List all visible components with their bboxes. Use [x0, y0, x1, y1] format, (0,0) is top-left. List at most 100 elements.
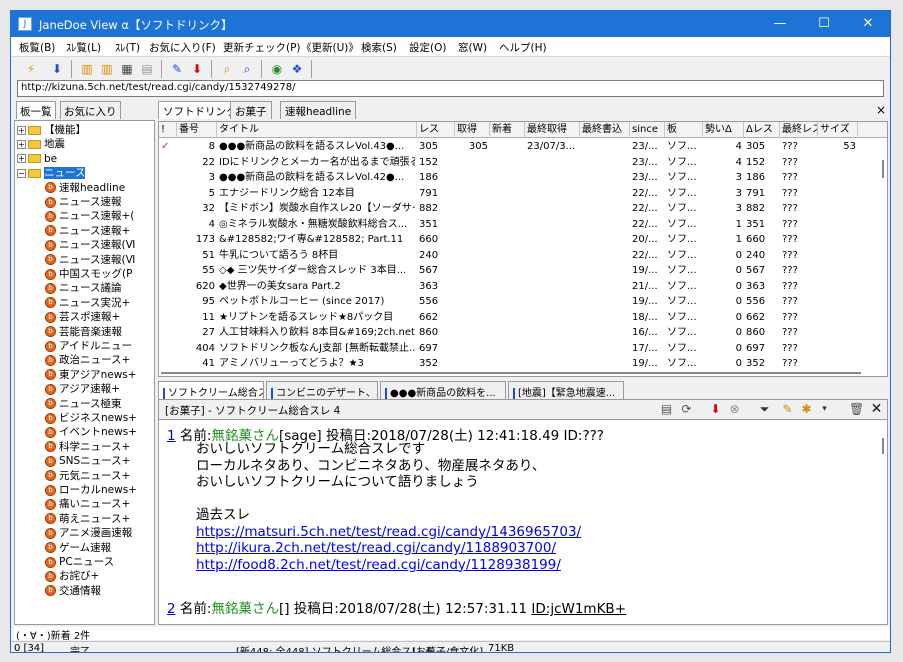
minimize-button[interactable]: —	[758, 11, 802, 37]
column-header[interactable]: 最終レス	[780, 122, 818, 138]
tree-board[interactable]: b 速報headline	[45, 181, 125, 195]
tree-board[interactable]: b 痛いニュース+	[45, 497, 130, 511]
tree-board[interactable]: b ニュース速報+(	[45, 209, 134, 223]
table-row[interactable]: 5 エナジードリンク総合 12本目 791 22/... ソフ... 3 791???	[159, 186, 879, 202]
tree-board[interactable]: b 東アジアnews+	[45, 368, 137, 382]
tree-board[interactable]: b アニメ漫画速報	[45, 526, 132, 540]
search-thread-icon[interactable]: ⌕	[219, 61, 235, 77]
arrow-down-red-icon[interactable]: ⬇	[189, 61, 205, 77]
column-header[interactable]: 最終取得	[525, 122, 580, 138]
table-row[interactable]: 55 ◇◆ 三ツ矢サイダー総合スレッド 3本目... 567 19/... ソフ... 0…	[159, 263, 879, 279]
thread-list-hscrollbar[interactable]	[159, 369, 879, 376]
tree-board[interactable]: b PCニュース	[45, 555, 114, 569]
maximize-button[interactable]: ☐	[802, 11, 846, 37]
column-header[interactable]: 最終書込	[580, 122, 630, 138]
post-link[interactable]: http://ikura.2ch.net/test/read.cgi/candy…	[196, 540, 581, 557]
column-header[interactable]: サイズ	[818, 122, 858, 138]
arrow-down-red-icon[interactable]: ⬇	[708, 402, 723, 417]
expand-icon[interactable]: +	[17, 139, 26, 149]
tree-folder[interactable]: + 地震	[17, 137, 65, 151]
tree-board[interactable]: b イベントnews+	[45, 425, 137, 439]
tree-board[interactable]: b ニュース速報	[45, 195, 121, 209]
stop-icon[interactable]: ⊗	[727, 402, 742, 417]
tree-folder[interactable]: + be	[17, 152, 57, 166]
close-button[interactable]: ✕	[846, 11, 890, 37]
table-row[interactable]: 11 ★リプトンを語るスレッド★8パック目 662 18/... ソフ... 0 662??…	[159, 310, 879, 326]
thread-view-scrollbar[interactable]	[879, 420, 887, 624]
edit-icon[interactable]: ✎	[169, 61, 185, 77]
table-row[interactable]: 32 【ミドボン】炭酸水自作スレ20【ソーダサイフ... 882 22/... ソフ..…	[159, 201, 879, 217]
lightning-icon[interactable]: ⚡	[23, 61, 39, 77]
menu-update[interactable]: 《更新(U)》	[301, 40, 359, 55]
thread-list-scrollbar[interactable]	[879, 138, 887, 376]
thread-tab-2[interactable]: コンビニのデザート、...	[266, 381, 378, 399]
thread-tab-1[interactable]: ソフトクリーム総合ス...	[158, 381, 264, 399]
column-header[interactable]: 勢いΔ	[703, 122, 744, 138]
expand-icon[interactable]: +	[17, 154, 26, 164]
tab-favorites[interactable]: お気に入り	[60, 101, 121, 119]
layout-2pane-icon[interactable]: ▥	[99, 61, 115, 77]
arrow-down-icon[interactable]: ⬇	[49, 61, 65, 77]
tree-board[interactable]: b ビジネスnews+	[45, 411, 137, 425]
menu-thread[interactable]: ｽﾚ(T)	[115, 40, 140, 55]
close-thread-icon[interactable]: ✕	[869, 402, 884, 417]
tree-board[interactable]: b ニュース速報+	[45, 224, 130, 238]
tree-board[interactable]: b アイドルニュー	[45, 339, 132, 353]
book-icon[interactable]: ❖	[289, 61, 305, 77]
column-header[interactable]: レス	[417, 122, 455, 138]
close-tab-icon[interactable]: ×	[876, 103, 886, 117]
tree-board[interactable]: b 芸スポ速報+	[45, 310, 120, 324]
column-header[interactable]: 板	[665, 122, 703, 138]
tree-board[interactable]: b ニュース速報(Ⅵ	[45, 253, 135, 267]
table-row[interactable]: 95 ペットボトルコーヒー (since 2017) 556 19/... ソフ... 0…	[159, 294, 879, 310]
column-header[interactable]: 番号	[177, 122, 217, 138]
table-row[interactable]: 27 人工甘味料入り飲料 8本目&#169;2ch.net 860 16/... ソフ.…	[159, 325, 879, 341]
table-row[interactable]: 51 牛乳について語ろう 8杯目 240 22/... ソフ... 0 240???	[159, 248, 879, 264]
globe-icon[interactable]: ◉	[269, 61, 285, 77]
tree-board[interactable]: b 交通情報	[45, 584, 101, 598]
post-id[interactable]: ID:jcW1mKB+	[531, 601, 626, 617]
column-header[interactable]: Δレス	[744, 122, 780, 138]
tab-board-list[interactable]: 板一覧	[16, 101, 56, 119]
tree-board[interactable]: b ローカルnews+	[45, 483, 137, 497]
tree-board[interactable]: b 萌えニュース+	[45, 512, 130, 526]
column-header[interactable]: !	[159, 122, 177, 138]
expand-icon[interactable]: +	[17, 125, 26, 135]
thread-tab-4[interactable]: [地震]【緊急地震速...	[508, 381, 624, 399]
search-all-icon[interactable]: ⌕	[239, 61, 255, 77]
address-bar[interactable]: http://kizuna.5ch.net/test/read.cgi/cand…	[17, 80, 884, 97]
tree-board[interactable]: b ニュース実況+	[45, 296, 130, 310]
tree-board[interactable]: b アジア速報+	[45, 382, 120, 396]
menu-help[interactable]: ヘルプ(H)	[499, 40, 547, 55]
tree-folder[interactable]: + 【機能】	[17, 123, 86, 137]
layout-3pane-icon[interactable]: ▥	[79, 61, 95, 77]
column-header[interactable]: 新着	[490, 122, 525, 138]
tree-board[interactable]: b ニュース議論	[45, 281, 121, 295]
menu-search[interactable]: 検索(S)	[361, 40, 397, 55]
column-header[interactable]: タイトル	[217, 122, 417, 138]
memo-icon[interactable]: ▤	[659, 402, 674, 417]
tree-folder[interactable]: − ニュース	[17, 166, 86, 180]
tab-okashi[interactable]: お菓子	[230, 101, 272, 119]
tree-board[interactable]: b 科学ニュース+	[45, 440, 130, 454]
table-row[interactable]: 404 ソフトドリンク板なんJ支部 [無断転載禁止... 697 17/... ソフ..…	[159, 341, 879, 357]
table-row[interactable]: 173 &#128582;ワイ専&#128582; Part.11 660 20/..…	[159, 232, 879, 248]
menu-threadlist[interactable]: ｽﾚ覧(L)	[66, 40, 101, 55]
trash-icon[interactable]: 🗑	[849, 402, 864, 417]
menu-board[interactable]: 板覧(B)	[19, 40, 55, 55]
tree-board[interactable]: b 中国スモッグ(P	[45, 267, 132, 281]
tab-headline[interactable]: 速報headline	[280, 101, 357, 119]
table-row[interactable]: 3 ●●●新商品の飲料を語るスレVol.42●... 186 23/... ソフ... 3…	[159, 170, 879, 186]
column-header[interactable]: 取得	[455, 122, 490, 138]
thread-tab-3[interactable]: ●●●新商品の飲料を...	[380, 381, 506, 399]
post-link[interactable]: http://food8.2ch.net/test/read.cgi/candy…	[196, 557, 581, 574]
table-row[interactable]: 4 ◎ミネラル炭酸水・無糖炭酸飲料総合ス... 351 22/... ソフ... 1 351…	[159, 217, 879, 233]
bookmark-icon[interactable]: ✱	[799, 402, 814, 417]
tree-board[interactable]: b ニュース速報(Ⅵ	[45, 238, 135, 252]
table-row[interactable]: ✓ 8 ●●●新商品の飲料を語るスレVol.43●... 305 305 23/07/3.…	[159, 139, 879, 155]
tree-board[interactable]: b お詫び+	[45, 569, 99, 583]
pencil-icon[interactable]: ✎	[780, 402, 795, 417]
tab-softdrink[interactable]: ソフトドリンク	[158, 101, 242, 119]
post-number[interactable]: 1	[167, 428, 176, 444]
filter-icon[interactable]: ⏷	[757, 402, 772, 417]
